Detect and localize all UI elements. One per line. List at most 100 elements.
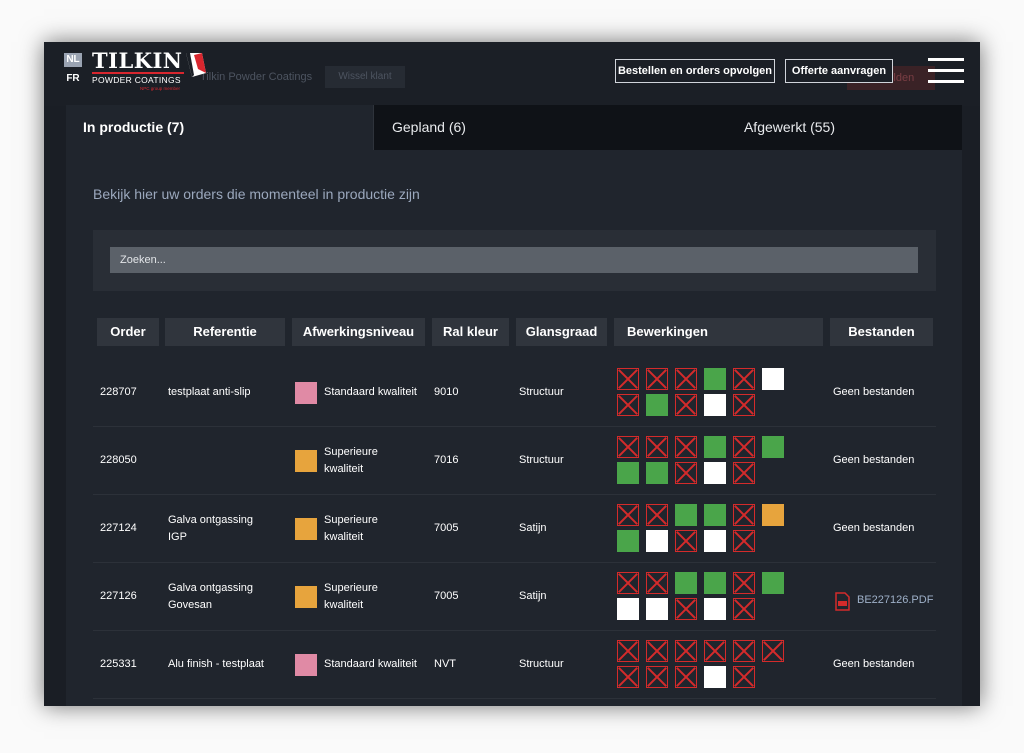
operation-crossed-icon — [646, 504, 668, 526]
column-header-files[interactable]: Bestanden — [830, 318, 933, 346]
pdf-file-icon — [835, 592, 850, 611]
files-status: Geen bestanden — [833, 386, 915, 398]
request-quote-button[interactable]: Offerte aanvragen — [785, 59, 893, 83]
table-row[interactable]: 228707 testplaat anti-slip Standaard kwa… — [93, 359, 936, 427]
operation-pending — [704, 462, 726, 484]
operation-in-progress — [762, 504, 784, 526]
table-row[interactable]: 225331 Alu finish - testplaat Standaard … — [93, 631, 936, 699]
operation-crossed-icon — [646, 436, 668, 458]
hamburger-menu-icon[interactable] — [928, 58, 964, 84]
operation-pending — [704, 394, 726, 416]
column-header-gloss[interactable]: Glansgraad — [516, 318, 607, 346]
operation-crossed-icon — [617, 572, 639, 594]
operation-pending — [762, 368, 784, 390]
reference: Galva ontgassing IGP — [168, 514, 253, 543]
tab-finished[interactable]: Afgewerkt (55) — [617, 105, 962, 150]
operation-pending — [704, 666, 726, 688]
operation-crossed-icon — [675, 462, 697, 484]
operation-done — [704, 572, 726, 594]
files-status: Geen bestanden — [833, 454, 915, 466]
table-row[interactable]: 227126 Galva ontgassing Govesan Superieu… — [93, 563, 936, 631]
ghost-customer-name: Tilkin Powder Coatings — [200, 71, 313, 83]
tab-in-production[interactable]: In productie (7) — [66, 105, 373, 150]
operation-done — [704, 436, 726, 458]
operation-done — [704, 504, 726, 526]
pdf-download-link[interactable]: BE227126.PDF — [857, 594, 933, 606]
gloss-level: Structuur — [519, 454, 564, 466]
reference: testplaat anti-slip — [168, 386, 251, 398]
operation-crossed-icon — [733, 572, 755, 594]
ral-color: 7005 — [434, 590, 459, 602]
operation-done — [762, 572, 784, 594]
operation-done — [646, 394, 668, 416]
finish-level: Superieure kwaliteit — [324, 582, 378, 611]
operation-pending — [704, 598, 726, 620]
language-fr[interactable]: FR — [64, 73, 82, 84]
operation-crossed-icon — [646, 572, 668, 594]
gloss-level: Structuur — [519, 658, 564, 670]
operation-pending — [646, 598, 668, 620]
operation-pending — [646, 530, 668, 552]
column-header-order[interactable]: Order — [97, 318, 159, 346]
operation-done — [617, 530, 639, 552]
order-number: 228707 — [100, 386, 137, 398]
table-row[interactable] — [93, 699, 936, 706]
tab-planned[interactable]: Gepland (6) — [373, 105, 617, 150]
reference: Alu finish - testplaat — [168, 658, 264, 670]
operation-crossed-icon — [733, 462, 755, 484]
operation-crossed-icon — [675, 368, 697, 390]
page-subtitle: Bekijk hier uw orders die momenteel in p… — [93, 186, 420, 202]
top-bar: NL FR Tilkin Powder Coatings Wissel klan… — [44, 42, 980, 106]
operation-crossed-icon — [675, 436, 697, 458]
logo-subtitle: POWDER COATINGS — [92, 75, 181, 85]
column-header-reference[interactable]: Referentie — [165, 318, 285, 346]
operation-crossed-icon — [617, 504, 639, 526]
order-number: 227124 — [100, 522, 137, 534]
column-header-finish-level[interactable]: Afwerkingsniveau — [292, 318, 425, 346]
finish-level-swatch — [295, 518, 317, 540]
operation-crossed-icon — [617, 640, 639, 662]
operation-done — [675, 572, 697, 594]
order-number: 225331 — [100, 658, 137, 670]
operation-crossed-icon — [704, 640, 726, 662]
ral-color: NVT — [434, 658, 456, 670]
files-status: Geen bestanden — [833, 658, 915, 670]
column-header-operations[interactable]: Bewerkingen — [614, 318, 823, 346]
column-header-ral-color[interactable]: Ral kleur — [432, 318, 509, 346]
operation-crossed-icon — [675, 666, 697, 688]
operation-crossed-icon — [675, 394, 697, 416]
logo-tagline: NPC group member — [140, 86, 181, 91]
order-tracking-button[interactable]: Bestellen en orders opvolgen — [615, 59, 775, 83]
operation-crossed-icon — [733, 368, 755, 390]
operation-crossed-icon — [617, 394, 639, 416]
operation-crossed-icon — [675, 640, 697, 662]
finish-level: Superieure kwaliteit — [324, 514, 378, 543]
tilkin-logo[interactable]: TILKIN POWDER COATINGS NPC group member — [92, 48, 212, 96]
operation-crossed-icon — [733, 666, 755, 688]
switch-customer-button[interactable]: Wissel klant — [325, 66, 405, 88]
ral-color: 9010 — [434, 386, 459, 398]
language-nl[interactable]: NL — [64, 53, 82, 67]
finish-level: Standaard kwaliteit — [324, 386, 417, 398]
operation-crossed-icon — [675, 598, 697, 620]
operation-crossed-icon — [733, 436, 755, 458]
operation-done — [646, 462, 668, 484]
table-row[interactable]: 227124 Galva ontgassing IGP Superieure k… — [93, 495, 936, 563]
logo-underline — [92, 72, 184, 74]
finish-level: Superieure kwaliteit — [324, 446, 378, 475]
ral-color: 7016 — [434, 454, 459, 466]
operation-crossed-icon — [646, 640, 668, 662]
gloss-level: Structuur — [519, 386, 564, 398]
operation-pending — [617, 598, 639, 620]
gloss-level: Satijn — [519, 522, 547, 534]
operation-crossed-icon — [762, 640, 784, 662]
finish-level: Standaard kwaliteit — [324, 658, 417, 670]
operation-crossed-icon — [733, 530, 755, 552]
operation-crossed-icon — [733, 394, 755, 416]
status-tabs: In productie (7) Gepland (6) Afgewerkt (… — [66, 105, 962, 151]
search-input[interactable] — [110, 247, 918, 273]
order-number: 228050 — [100, 454, 137, 466]
operation-done — [704, 368, 726, 390]
reference: Galva ontgassing Govesan — [168, 582, 253, 611]
table-row[interactable]: 228050 Superieure kwaliteit 7016 Structu… — [93, 427, 936, 495]
